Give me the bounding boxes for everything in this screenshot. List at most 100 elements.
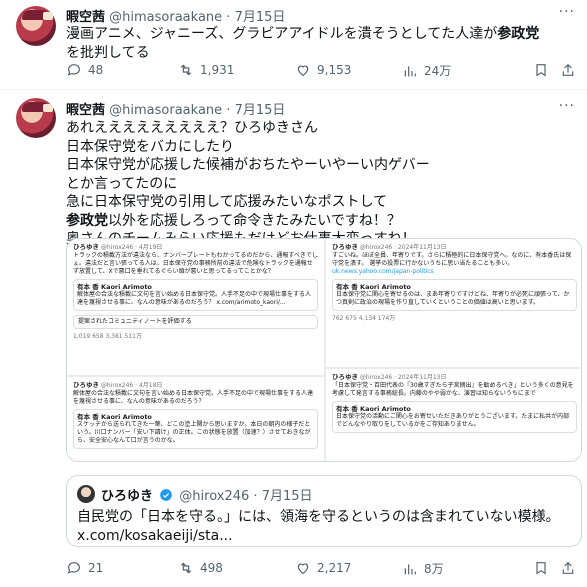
like-count: 9,153 <box>317 63 352 77</box>
views-button[interactable]: 8万 <box>402 560 444 577</box>
handle[interactable]: @himasoraakane <box>109 103 222 118</box>
separator-dot: · <box>253 489 258 504</box>
embedded-image[interactable]: ひろゆき @hirox246 · 4月19日 トラックの積載方法が違法なら、ナン… <box>66 238 582 462</box>
panel-author: ひろゆき <box>332 373 358 381</box>
image-panel-top-left: ひろゆき @hirox246 · 4月19日 トラックの積載方法が違法なら、ナン… <box>67 239 324 375</box>
panel-text: トラックの積載方法が違法なら、ナンバープレートもわかってるのだから、通報すべきで… <box>73 252 318 275</box>
tweet-text: あれえええええええええ？ひろゆきさん 日本保守党をバカにしたり 日本保守党が応援… <box>66 119 576 249</box>
panel-text: 解体屋の合法な積載に文句を言い始める日本保守党。人手不足の中で現場仕事をする人達… <box>73 390 314 405</box>
panel-quote-author: 有本 香 Kaori Arimoto <box>77 283 152 291</box>
panel-quote-author: 有本 香 Kaori Arimoto <box>336 405 411 413</box>
retweet-count: 1,931 <box>200 63 235 77</box>
more-icon[interactable]: ··· <box>559 4 575 20</box>
quoted-tweet-header: ひろゆき @hirox246 · 7月15日 <box>101 485 313 504</box>
more-icon[interactable]: ··· <box>559 98 575 114</box>
tweet-line: 日本保守党をバカにしたり <box>66 138 234 155</box>
display-name: ひろゆき <box>101 489 154 504</box>
tweet-line: 参政党以外を応援しろって命令きたみたいですね！？ <box>66 212 576 231</box>
share-button[interactable] <box>560 62 576 78</box>
like-icon <box>297 65 309 77</box>
reply-count: 48 <box>88 63 104 77</box>
share-button[interactable] <box>560 560 576 576</box>
panel-author: ひろゆき <box>332 243 358 251</box>
panel-stats: 762 675 4,134 174万 <box>332 315 396 322</box>
retweet-icon <box>180 562 192 574</box>
bookmark-icon <box>536 562 546 575</box>
tweet-text-part: を批判してる <box>66 45 150 61</box>
bookmark-button[interactable] <box>533 560 549 576</box>
panel-quote-text: 日本保守党の活動にご関心をお寄せいただきありがとうございます。たまに私共が内部で… <box>336 413 570 428</box>
views-count: 24万 <box>424 64 452 78</box>
avatar[interactable] <box>16 98 56 138</box>
display-name[interactable]: 暇空茜 <box>66 103 105 118</box>
panel-stats: 1,019 658 3,381 511万 <box>73 333 142 340</box>
handle: @hirox246 <box>179 489 250 504</box>
handle[interactable]: @himasoraakane <box>109 10 222 25</box>
views-icon <box>404 563 416 574</box>
community-note-button: 提案されたコミュニティノートを評価する <box>73 315 318 329</box>
retweet-icon <box>180 64 192 76</box>
panel-text: すごいね。ほぼ全員、年寄りです。さらに積極的に日本保守党へ。なのに、有本香氏は保… <box>332 252 572 267</box>
panel-quote: 有本 香 Kaori Arimoto 解体屋の合法な積載に文句を言い始める日本保… <box>73 279 318 311</box>
tweet-text-bold: 参政党 <box>497 26 540 42</box>
share-icon <box>562 63 574 76</box>
timestamp[interactable]: 7月15日 <box>235 10 286 25</box>
panel-text: 「日本保守党・百田代表の『30歳すぎたら子宮摘出』を勧めるべき」という多くの意見… <box>332 382 574 397</box>
separator-dot: · <box>226 10 231 25</box>
tweet-text-part: 漫画アニメ、ジャニーズ、グラビアアイドルを潰そうとしてた人達が <box>66 26 498 42</box>
bookmark-button[interactable] <box>533 62 549 78</box>
tweet-1[interactable]: 暇空茜 @himasoraakane · 7月15日 ··· 漫画アニメ、ジャニ… <box>0 0 587 88</box>
panel-quote: 有本 香 Kaori Arimoto 日本保守党に関心を寄せるのは、まあ年寄りで… <box>332 279 577 311</box>
panel-meta: @hirox246 · 2024年11月13日 <box>359 244 447 251</box>
panel-meta: @hirox246 · 2024年11月13日 <box>359 374 447 381</box>
panel-quote: 有本 香 Kaori Arimoto スケッチから送られてきた一葉、どこの塗上関… <box>73 409 318 449</box>
separator-dot: · <box>226 103 231 118</box>
tweet-line: 急に日本保守党の引用して応援みたいなポストして <box>66 194 388 210</box>
retweet-count: 498 <box>200 561 223 575</box>
tweet-line: 日本保守党が応援した候補がおちたやーいやーい内ゲバー <box>66 157 430 173</box>
tweet-header: 暇空茜 @himasoraakane · 7月15日 <box>66 99 285 118</box>
retweet-button[interactable]: 1,931 <box>178 62 234 78</box>
panel-link: uk.news.yahoo.com/japan-politics <box>332 268 434 275</box>
avatar <box>77 485 95 503</box>
display-name[interactable]: 暇空茜 <box>66 10 105 25</box>
action-bar: 48 1,931 9,153 24万 <box>66 62 576 80</box>
tweet-text-bold: 参政党 <box>66 212 108 229</box>
avatar[interactable] <box>16 6 56 46</box>
image-panel-top-right: ひろゆき @hirox246 · 2024年11月13日 すごいね。ほぼ全員、年… <box>326 239 581 367</box>
tweet-text-part: 以外を応援しろって命令きたみたいですね！？ <box>108 212 401 229</box>
panel-meta: @hirox246 · 4月18日 <box>100 382 163 389</box>
image-panel-bottom-right: ひろゆき @hirox246 · 2024年11月13日 「日本保守党・百田代表… <box>326 369 581 461</box>
like-count: 2,217 <box>317 561 352 575</box>
reply-button[interactable]: 21 <box>66 560 103 576</box>
reply-button[interactable]: 48 <box>66 62 103 78</box>
timestamp: 7月15日 <box>261 489 313 504</box>
tweet-line: あれえええええええええ？ひろゆきさん <box>66 120 318 136</box>
timestamp[interactable]: 7月15日 <box>235 103 286 118</box>
image-panel-bottom-left: ひろゆき @hirox246 · 4月18日 解体屋の合法な積載に文句を言い始め… <box>67 377 324 461</box>
share-icon <box>562 561 574 574</box>
quoted-tweet[interactable]: ひろゆき @hirox246 · 7月15日 自民党の「日本を守る。」には、領海… <box>66 475 582 547</box>
panel-meta: @hirox246 · 4月19日 <box>100 244 163 251</box>
reply-icon <box>67 64 80 76</box>
quoted-tweet-text: 自民党の「日本を守る。」には、領海を守るというのは含まれていない模様。 x.co… <box>77 508 572 546</box>
panel-quote-author: 有本 香 Kaori Arimoto <box>336 283 411 291</box>
panel-author: ひろゆき <box>73 243 99 251</box>
panel-author: ひろゆき <box>73 381 99 389</box>
like-icon <box>297 563 309 575</box>
retweet-button[interactable]: 498 <box>178 560 223 576</box>
like-button[interactable]: 9,153 <box>295 62 351 78</box>
bookmark-icon <box>536 64 546 77</box>
like-button[interactable]: 2,217 <box>295 560 351 576</box>
tweet-text: 漫画アニメ、ジャニーズ、グラビアアイドルを潰そうとしてた人達が参政党 を批判して… <box>66 25 576 63</box>
quoted-link[interactable]: x.com/kosakaeiji/sta... <box>77 528 233 544</box>
verified-icon <box>160 489 172 501</box>
tweet-line: とか言ってたのに <box>66 175 178 192</box>
views-icon <box>404 65 416 76</box>
reply-count: 21 <box>88 561 104 575</box>
quoted-text-body: 自民党の「日本を守る。」には、領海を守るというのは含まれていない模様。 <box>77 509 560 525</box>
panel-quote: 有本 香 Kaori Arimoto 日本保守党の活動にご関心をお寄せいただきあ… <box>332 401 577 433</box>
panel-quote-text: 日本保守党に関心を寄せるのは、まあ年寄りですけどね、年寄りが必死に頑張って、かつ… <box>336 291 570 306</box>
action-bar: 21 498 2,217 8万 <box>66 560 576 578</box>
views-button[interactable]: 24万 <box>402 62 451 79</box>
